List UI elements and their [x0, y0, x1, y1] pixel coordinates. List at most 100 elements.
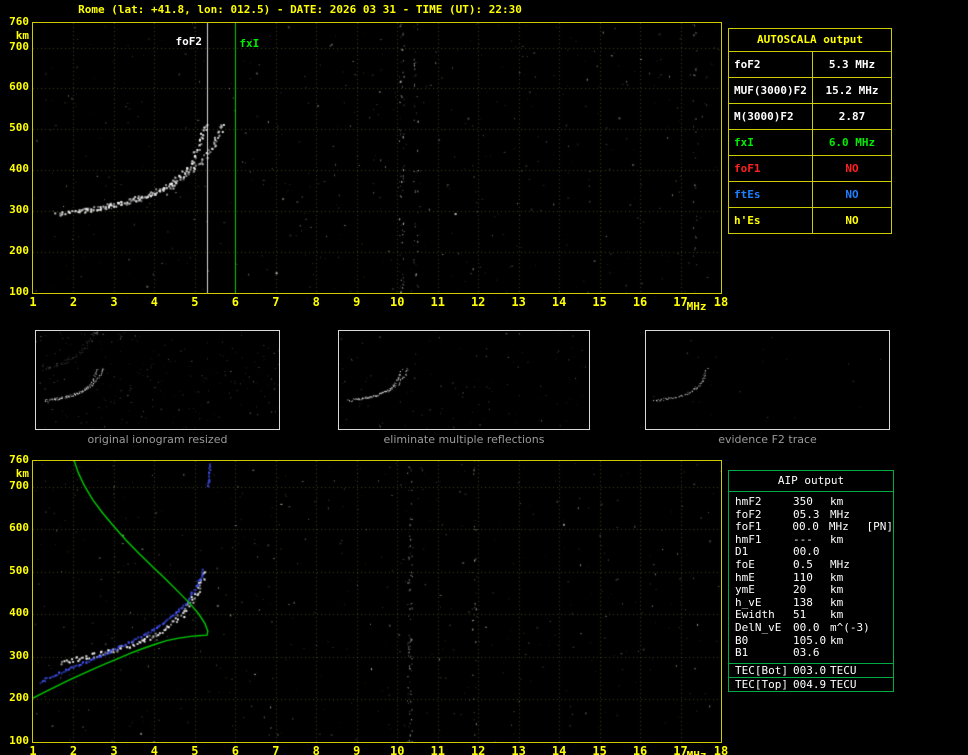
- aip-unit: MHz: [828, 520, 849, 534]
- aip-label: B1: [735, 646, 749, 660]
- aip-value: 00.0: [793, 620, 820, 634]
- aip-tec-row: TEC[Top] 004.9 TECU: [729, 676, 893, 691]
- x-tick-label: 8: [312, 744, 320, 755]
- thumbnail-f2-canvas: [646, 331, 889, 429]
- autoscala-row: h'Es NO: [729, 208, 891, 233]
- x-tick-label: 13: [511, 295, 526, 309]
- x-tick-label: 4: [150, 744, 159, 755]
- x-tick-label: 7: [272, 744, 280, 755]
- aip-unit: TECU: [830, 663, 857, 677]
- autoscala-row-label: foF1: [729, 156, 813, 181]
- aip-row: foF1 00.0 MHz [PN]: [729, 521, 893, 534]
- autoscala-output-table: AUTOSCALA output foF2 5.3 MHz MUF(3000)F2 1…: [728, 28, 892, 234]
- aip-row: ymE 20 km: [729, 584, 893, 597]
- aip-output-table: AIP output hmF2 350 km foF2 05.3 MHz foF1 00.0 M…: [728, 470, 894, 692]
- aip-extra: [868, 496, 893, 509]
- y-tick-label: 700: [9, 39, 29, 53]
- top-ionogram-canvas: [33, 23, 721, 293]
- aip-extra: [868, 609, 893, 622]
- aip-row: hmF2 350 km: [729, 495, 893, 509]
- aip-row: foE 0.5 MHz: [729, 557, 893, 572]
- bottom-profile-canvas: [33, 461, 721, 742]
- y-tick-label: 100: [9, 285, 29, 298]
- autoscala-row: foF2 5.3 MHz: [729, 52, 891, 78]
- autoscala-row-value: 6.0 MHz: [828, 136, 876, 149]
- x-tick-label: 12: [470, 295, 486, 309]
- aip-extra: [PN]: [866, 520, 894, 534]
- x-tick-label: 5: [191, 744, 199, 755]
- aip-extra: [868, 622, 893, 635]
- autoscala-row: foF1 NO: [729, 156, 891, 182]
- autoscala-row-value: NO: [845, 214, 859, 227]
- x-tick-label: 12: [470, 744, 486, 755]
- y-tick-label: 700: [9, 478, 29, 492]
- aip-unit: TECU: [830, 677, 857, 691]
- station-date-title: Rome (lat: +41.8, lon: 012.5) - DATE: 20…: [78, 3, 522, 16]
- aip-value: 00.0: [792, 520, 819, 534]
- x-axis-unit-label: MHz: [686, 300, 707, 313]
- x-tick-label: 3: [110, 744, 118, 755]
- autoscala-row-value: 2.87: [838, 110, 866, 123]
- autoscala-row: fxI 6.0 MHz: [729, 130, 891, 156]
- aip-label: foE: [735, 557, 755, 571]
- aip-label: foF1: [735, 520, 762, 534]
- aip-value: 20: [793, 583, 807, 597]
- aip-label: hmF2: [735, 495, 762, 508]
- autoscala-row-label: foF2: [729, 52, 813, 77]
- x-tick-label: 15: [592, 744, 607, 755]
- aip-extra: [868, 559, 893, 572]
- aip-row: B1 03.6: [729, 647, 893, 660]
- thumbnail-original-canvas: [36, 331, 279, 429]
- x-tick-label: 3: [110, 295, 118, 309]
- autoscala-row-label: fxI: [729, 130, 813, 155]
- aip-unit: km: [830, 532, 844, 546]
- aip-label: TEC[Top]: [735, 677, 788, 691]
- aip-value: 350: [793, 495, 813, 508]
- aip-table-rows: hmF2 350 km foF2 05.3 MHz foF1 00.0 MHz [PN] hmF1-…: [729, 492, 893, 663]
- autoscala-row-value: NO: [845, 188, 859, 201]
- thumbnail-caption-reflections: eliminate multiple reflections: [383, 433, 545, 446]
- x-tick-label: 10: [390, 295, 405, 309]
- autoscala-row-label: ftEs: [729, 182, 813, 207]
- x-tick-label: 16: [632, 744, 648, 755]
- x-tick-label: 17: [673, 744, 688, 755]
- x-tick-label: 1: [29, 744, 37, 755]
- aip-value: 0.5: [793, 557, 813, 571]
- aip-extra: [868, 635, 893, 648]
- thumbnail-caption-original: original ionogram resized: [87, 433, 228, 446]
- aip-tec-row: TEC[Bot] 003.0 TECU: [729, 662, 893, 677]
- autoscala-row-label: h'Es: [729, 208, 813, 233]
- x-tick-label: 5: [191, 295, 199, 309]
- autoscala-row: ftEs NO: [729, 182, 891, 208]
- autoscala-row-value: 15.2 MHz: [825, 84, 879, 97]
- thumbnail-caption-f2: evidence F2 trace: [718, 433, 817, 446]
- thumbnail-original-ionogram: [35, 330, 280, 430]
- fxi-marker-label: fxI: [239, 37, 260, 50]
- y-tick-label: 600: [9, 80, 29, 94]
- x-tick-label: 15: [592, 295, 607, 309]
- bottom-profile-plot: [32, 460, 722, 743]
- fof2-marker-label: foF2: [175, 35, 203, 48]
- y-tick-label: 400: [9, 162, 29, 176]
- autoscala-table-title: AUTOSCALA output: [729, 29, 891, 52]
- x-tick-label: 13: [511, 744, 526, 755]
- x-tick-label: 2: [69, 744, 78, 755]
- aip-table-title: AIP output: [729, 471, 893, 492]
- thumbnail-reflections-canvas: [339, 331, 589, 429]
- thumbnail-multiple-reflections: [338, 330, 590, 430]
- aip-unit: MHz: [830, 557, 850, 571]
- autoscala-row: M(3000)F2 2.87: [729, 104, 891, 130]
- aip-label: TEC[Bot]: [735, 663, 788, 677]
- aip-label: ymE: [735, 583, 755, 597]
- y-tick-label: 500: [9, 563, 29, 577]
- aip-row: DelN_vE 00.0 m^(-3): [729, 620, 893, 635]
- x-tick-label: 1: [29, 295, 37, 309]
- y-tick-label: 300: [9, 203, 29, 217]
- x-tick-label: 4: [150, 295, 159, 309]
- x-tick-label: 17: [673, 295, 688, 309]
- y-tick-label: 760: [9, 453, 29, 466]
- x-tick-label: 6: [231, 744, 239, 755]
- x-tick-label: 8: [312, 295, 320, 309]
- autoscala-table-rows: foF2 5.3 MHz MUF(3000)F2 15.2 MHz M(3000)F2 2…: [729, 52, 891, 233]
- x-tick-label: 16: [632, 295, 648, 309]
